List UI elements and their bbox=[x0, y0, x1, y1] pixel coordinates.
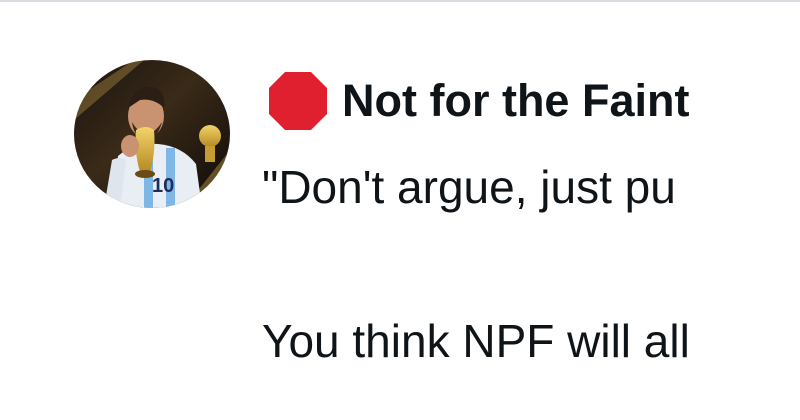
author-row[interactable]: Not for the Faint bbox=[266, 66, 689, 136]
stop-sign-icon bbox=[266, 69, 330, 133]
svg-text:10: 10 bbox=[152, 175, 174, 197]
top-divider bbox=[0, 0, 800, 2]
author-display-name[interactable]: Not for the Faint bbox=[342, 75, 689, 127]
tweet-text-line: "Don't argue, just pu bbox=[262, 161, 676, 213]
tweet-text-line: You think NPF will all bbox=[262, 315, 690, 367]
avatar[interactable]: 10 bbox=[74, 60, 230, 208]
avatar-photo: 10 bbox=[74, 60, 230, 208]
